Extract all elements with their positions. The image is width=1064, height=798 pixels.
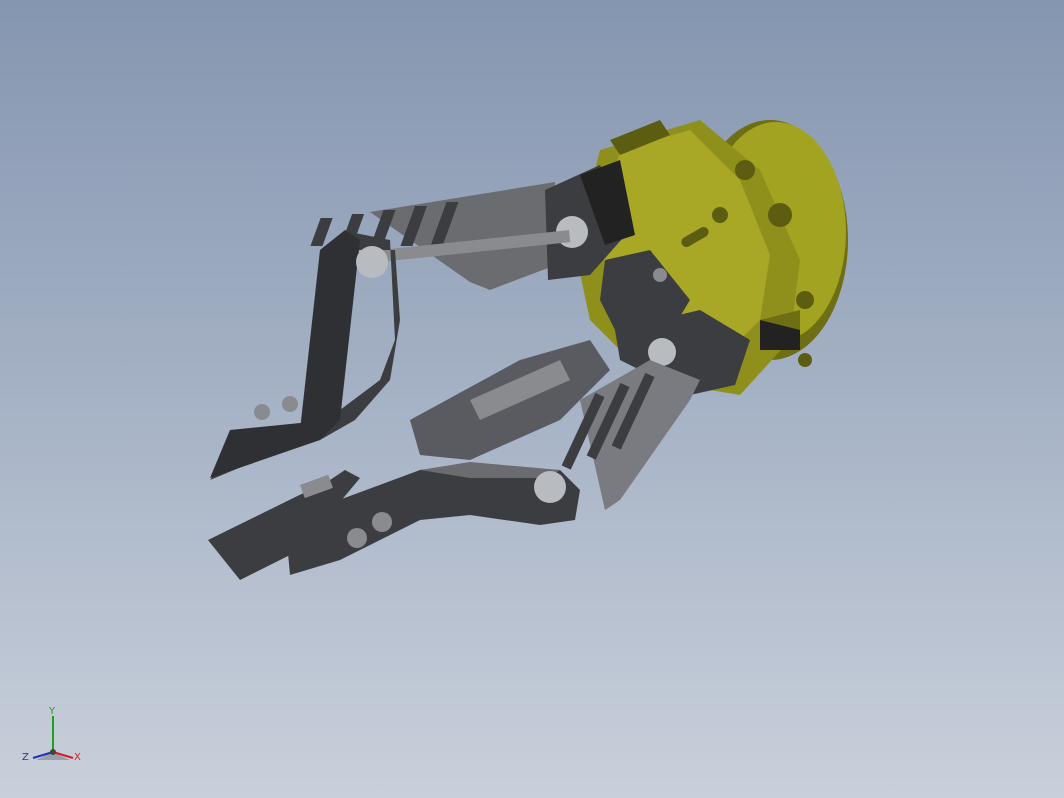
lower-finger[interactable] <box>208 462 580 580</box>
gripper-model[interactable] <box>0 0 1064 798</box>
coordinate-triad: Y X Z <box>22 706 81 763</box>
triad-x-label: X <box>74 752 81 763</box>
graphics-viewport[interactable]: Y X Z <box>0 0 1064 798</box>
triad-z-label: Z <box>22 752 29 763</box>
triad-origin-icon <box>50 749 56 755</box>
triad-y-label: Y <box>48 706 56 717</box>
